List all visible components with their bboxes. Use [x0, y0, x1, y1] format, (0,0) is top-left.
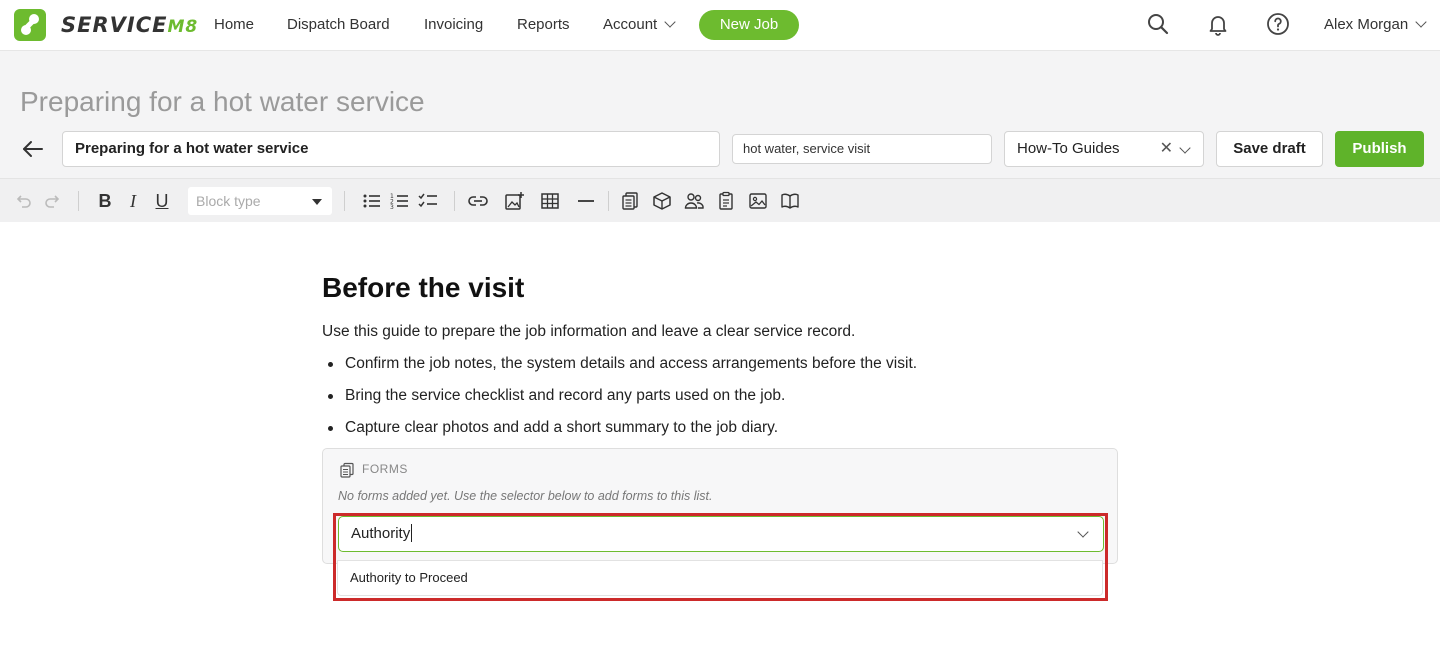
save-draft-button[interactable]: Save draft [1216, 131, 1323, 167]
book-icon[interactable] [779, 190, 801, 212]
tags-input[interactable]: hot water, service visit [732, 134, 992, 164]
redo-icon[interactable] [41, 190, 63, 212]
photo-icon[interactable] [747, 190, 769, 212]
nav-dispatch-board[interactable]: Dispatch Board [287, 16, 390, 33]
checklist-icon[interactable] [417, 190, 439, 212]
page-title: Preparing for a hot water service [20, 86, 425, 117]
servicem8-logo-icon[interactable] [14, 9, 46, 41]
package-icon[interactable] [651, 190, 673, 212]
underline-icon[interactable]: U [151, 190, 173, 212]
user-name: Alex Morgan [1324, 16, 1409, 33]
forms-block-label: FORMS [362, 462, 408, 476]
forms-dropdown-option[interactable]: Authority to Proceed [337, 560, 1103, 596]
insert-image-icon[interactable] [503, 190, 525, 212]
new-job-button[interactable]: New Job [699, 10, 799, 40]
svg-text:3: 3 [390, 204, 394, 211]
forms-search-value: Authority [351, 525, 411, 542]
forms-block: FORMS No forms added yet. Use the select… [322, 448, 1118, 564]
user-menu[interactable]: Alex Morgan [1324, 16, 1427, 33]
nav-home[interactable]: Home [214, 16, 254, 33]
forms-empty-message: No forms added yet. Use the selector bel… [338, 489, 713, 503]
bell-icon[interactable] [1206, 12, 1232, 38]
chevron-down-icon[interactable] [1077, 526, 1089, 538]
list-item: Bring the service checklist and record a… [322, 387, 917, 419]
editor-header: Preparing for a hot water service Prepar… [0, 51, 1440, 178]
editor-toolbar: B I U Block type 123 [0, 178, 1440, 222]
nav-invoicing[interactable]: Invoicing [424, 16, 483, 33]
back-arrow-icon[interactable] [22, 139, 44, 159]
horizontal-rule-icon[interactable] [575, 190, 597, 212]
toolbar-divider [454, 191, 455, 211]
undo-icon[interactable] [13, 190, 35, 212]
people-icon[interactable] [683, 190, 705, 212]
text-cursor [411, 524, 413, 543]
clipboard-icon[interactable] [715, 190, 737, 212]
top-nav: SERVICEM8 Home Dispatch Board Invoicing … [0, 0, 1440, 51]
link-icon[interactable] [467, 190, 489, 212]
chevron-down-icon [1415, 16, 1427, 28]
publish-button[interactable]: Publish [1335, 131, 1424, 167]
article-heading: Before the visit [322, 272, 525, 303]
italic-icon[interactable]: I [122, 190, 144, 212]
list-item: Confirm the job notes, the system detail… [322, 355, 917, 387]
clear-icon[interactable]: ✕ [1160, 132, 1173, 166]
block-type-select[interactable]: Block type [188, 187, 332, 215]
bold-icon[interactable]: B [94, 190, 116, 212]
forms-icon[interactable] [619, 190, 641, 212]
brand-name[interactable]: SERVICEM8 [61, 13, 198, 37]
bullet-list-icon[interactable] [361, 190, 383, 212]
article-intro: Use this guide to prepare the job inform… [322, 323, 856, 340]
chevron-down-icon [664, 16, 676, 28]
nav-reports[interactable]: Reports [517, 16, 570, 33]
category-select[interactable]: How-To Guides ✕ [1004, 131, 1204, 167]
forms-search-input[interactable]: Authority [338, 516, 1104, 552]
help-icon[interactable] [1266, 12, 1292, 38]
search-icon[interactable] [1146, 12, 1172, 38]
category-value: How-To Guides [1017, 140, 1120, 157]
article-title-input[interactable]: Preparing for a hot water service [62, 131, 720, 167]
toolbar-divider [344, 191, 345, 211]
toolbar-divider [78, 191, 79, 211]
table-icon[interactable] [539, 190, 561, 212]
nav-account-label: Account [603, 16, 658, 33]
chevron-down-icon[interactable] [1179, 142, 1191, 154]
toolbar-divider [608, 191, 609, 211]
nav-account[interactable]: Account [603, 16, 676, 33]
forms-icon [339, 462, 355, 478]
caret-down-icon [312, 199, 322, 205]
numbered-list-icon[interactable]: 123 [389, 190, 411, 212]
block-type-placeholder: Block type [196, 193, 261, 209]
article-bullet-list: Confirm the job notes, the system detail… [322, 355, 917, 451]
list-item: Capture clear photos and add a short sum… [322, 419, 917, 451]
